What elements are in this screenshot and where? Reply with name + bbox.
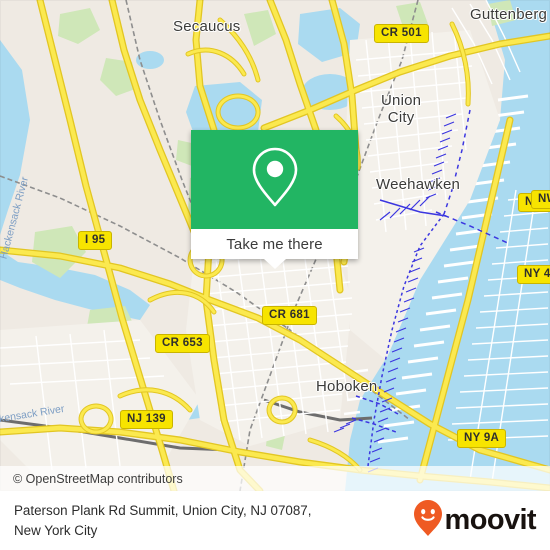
location-address: Paterson Plank Rd Summit, Union City, NJ… — [14, 501, 311, 541]
road-shield-ny-9a: NY 9A — [457, 429, 507, 448]
take-me-there-button-label: Take me there — [226, 235, 323, 253]
footer-bar: Paterson Plank Rd Summit, Union City, NJ… — [0, 491, 550, 550]
road-shield-cr-653: CR 653 — [155, 334, 210, 353]
moovit-map-screenshot: Secaucus Guttenberg Union City Weehawken… — [0, 0, 550, 550]
road-shield-nw: NW — [531, 190, 550, 209]
map-pin-icon — [250, 146, 300, 213]
address-line-2: New York City — [14, 522, 98, 538]
moovit-wordmark: moovit — [444, 504, 537, 536]
road-shield-cr-501: CR 501 — [374, 24, 429, 43]
poi-card-footer[interactable]: Take me there — [191, 229, 358, 269]
moovit-smiley-pin-icon — [413, 499, 443, 542]
moovit-logo[interactable]: moovit — [413, 499, 537, 542]
map-attribution-bar: © OpenStreetMap contributors — [0, 466, 550, 491]
poi-callout-card[interactable]: Take me there — [191, 130, 358, 269]
road-shield-i-95: I 95 — [78, 231, 113, 250]
poi-card-header — [191, 130, 358, 229]
poi-card-pointer-tail — [263, 259, 286, 269]
openstreetmap-attribution[interactable]: © OpenStreetMap contributors — [0, 472, 183, 486]
road-shield-ny-49-lower: NY 49 — [517, 265, 550, 284]
map-canvas[interactable]: Secaucus Guttenberg Union City Weehawken… — [0, 0, 550, 491]
road-shield-cr-681: CR 681 — [262, 306, 317, 325]
address-line-1: Paterson Plank Rd Summit, Union City, NJ… — [14, 502, 312, 518]
road-shield-nj-139: NJ 139 — [120, 410, 173, 429]
